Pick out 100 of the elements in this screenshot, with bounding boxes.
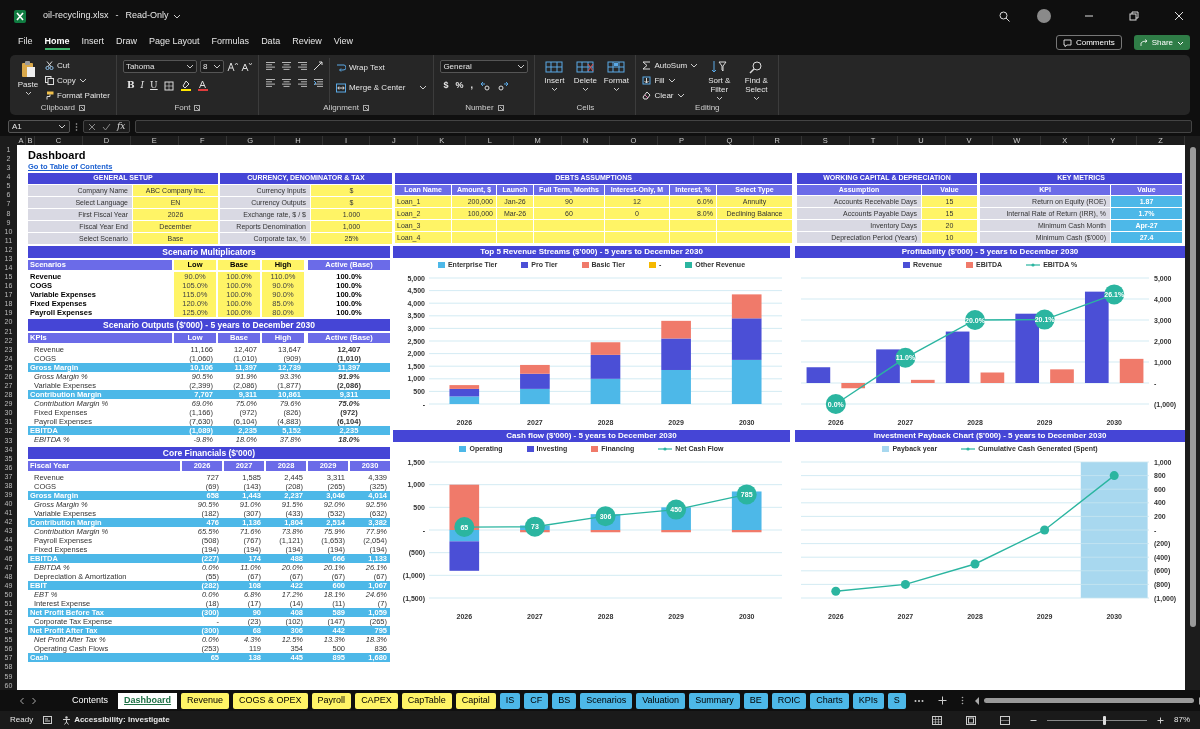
sheet-tab[interactable]: CAPEX (355, 692, 398, 709)
sheet-tab[interactable]: KPIs (852, 692, 884, 709)
currency-format-button[interactable]: $ (443, 79, 449, 93)
dialog-launcher-icon[interactable] (362, 105, 369, 111)
more-options-icon[interactable] (75, 121, 78, 132)
number-format-field[interactable]: General (440, 60, 529, 73)
normal-view-icon[interactable] (932, 715, 942, 725)
underline-button[interactable]: U (150, 79, 158, 93)
sheet-tab[interactable]: BS (552, 692, 577, 709)
zoom-in-icon[interactable] (1157, 716, 1164, 724)
menu-tab[interactable]: Home (44, 35, 70, 50)
sheet-tab[interactable]: S (887, 692, 906, 709)
autosum-button[interactable]: AutoSum (642, 59, 699, 72)
align-icon[interactable] (280, 78, 292, 88)
restore-icon[interactable] (1129, 11, 1139, 21)
percent-format-button[interactable]: % (455, 79, 464, 93)
font-size-field[interactable]: 8 (199, 60, 224, 73)
comments-button[interactable]: Comments (1055, 35, 1122, 50)
avatar[interactable] (1037, 9, 1051, 23)
page-layout-icon[interactable] (966, 715, 976, 725)
menu-tab[interactable]: Insert (81, 35, 105, 50)
cut-button[interactable]: Cut (45, 59, 110, 72)
add-sheet-icon[interactable] (937, 696, 947, 705)
search-icon[interactable] (999, 10, 1010, 22)
delete-button[interactable]: Delete (572, 58, 599, 103)
bold-button[interactable]: B (126, 79, 135, 93)
align-icon[interactable] (264, 78, 276, 88)
sheet-tab[interactable]: CF (524, 692, 549, 709)
accessibility-button[interactable]: Accessibility: Investigate (62, 714, 170, 726)
data-point (524, 516, 545, 537)
find-select-button[interactable]: Find & Select (740, 58, 773, 103)
align-icon[interactable] (264, 61, 276, 71)
insert-button[interactable]: Insert (541, 58, 568, 103)
sheet-tab[interactable]: Capital (455, 692, 496, 709)
sheet-tab[interactable]: Charts (810, 692, 849, 709)
sheet-statistics-icon[interactable] (43, 716, 53, 724)
name-box[interactable]: A1 (8, 120, 70, 133)
highlighter-icon[interactable] (179, 80, 191, 92)
align-icon[interactable] (280, 61, 292, 71)
comma-format-button[interactable]: , (470, 79, 473, 93)
menu-tab[interactable]: Draw (116, 35, 138, 50)
previous-sheet-icon[interactable] (18, 696, 26, 705)
align-icon[interactable] (296, 61, 308, 71)
format-painter-button[interactable]: Format Painter (45, 89, 110, 102)
menu-tab[interactable]: Review (292, 35, 322, 50)
font-name-field[interactable]: Tahoma (122, 60, 197, 73)
paste-button[interactable]: Paste (16, 58, 40, 103)
menu-tab[interactable]: Formulas (211, 35, 250, 50)
cancel-icon[interactable] (88, 122, 96, 131)
dialog-launcher-icon[interactable] (79, 105, 86, 111)
more-sheets-icon[interactable] (913, 698, 924, 703)
text-angle-icon[interactable] (312, 61, 324, 71)
wrap-text-button[interactable]: Wrap Text (335, 61, 428, 74)
menu-tab[interactable]: View (333, 35, 353, 50)
font-color-icon[interactable] (196, 80, 208, 92)
borders-icon[interactable] (163, 80, 174, 91)
scroll-left-icon[interactable] (973, 696, 980, 705)
sheet-tab[interactable]: Contents (66, 692, 115, 709)
decrease-font-icon[interactable] (240, 61, 252, 72)
menu-tab[interactable]: Data (261, 35, 281, 50)
sheet-tab[interactable]: COGS & OPEX (233, 692, 308, 709)
close-icon[interactable] (1174, 11, 1184, 21)
sheet-tab[interactable]: Payroll (311, 692, 352, 709)
vertical-scrollbar[interactable] (1189, 147, 1196, 627)
menu-tab[interactable]: File (18, 35, 33, 50)
dialog-launcher-icon[interactable] (497, 105, 504, 111)
data-point (1104, 284, 1125, 305)
sheet-tab[interactable]: Summary (689, 692, 740, 709)
sheet-tab[interactable]: Revenue (181, 692, 230, 709)
sheet-tab[interactable]: Valuation (636, 692, 686, 709)
sheet-tab[interactable]: ROIC (771, 692, 807, 709)
menu-tab[interactable]: Page Layout (149, 35, 200, 50)
sort-filter-button[interactable]: Sort & Filter (703, 58, 736, 103)
clear-button[interactable]: Clear (642, 89, 699, 102)
align-icon[interactable] (296, 78, 308, 88)
sheet-tab[interactable]: IS (499, 692, 521, 709)
page-break-icon[interactable] (1000, 715, 1010, 725)
zoom-slider[interactable] (1103, 715, 1106, 725)
sheet-tab[interactable]: CapTable (401, 692, 452, 709)
check-icon[interactable] (102, 122, 111, 131)
next-sheet-icon[interactable] (30, 696, 38, 705)
fill-button[interactable]: Fill (642, 74, 699, 87)
zoom-level[interactable]: 87% (1174, 714, 1190, 726)
formula-input[interactable] (135, 120, 1192, 133)
indent-icon[interactable] (312, 78, 324, 88)
decrease-decimal-icon[interactable] (497, 80, 509, 91)
merge-center-button[interactable]: Merge & Center (335, 81, 428, 94)
horizontal-scrollbar[interactable] (983, 698, 1194, 703)
sheet-tab[interactable]: Scenarios (580, 692, 633, 709)
copy-button[interactable]: Copy (45, 74, 110, 87)
increase-font-icon[interactable] (226, 61, 238, 72)
increase-decimal-icon[interactable] (479, 80, 491, 91)
format-button[interactable]: Format (603, 58, 630, 103)
italic-button[interactable]: I (140, 79, 145, 93)
sheet-tab[interactable]: Dashboard (118, 692, 178, 709)
dialog-launcher-icon[interactable] (194, 105, 201, 111)
sheet-tab[interactable]: BE (743, 692, 768, 709)
data-point (825, 394, 846, 414)
read-only-dropdown[interactable]: Read-Only (125, 9, 181, 23)
share-button[interactable]: Share (1133, 35, 1190, 50)
